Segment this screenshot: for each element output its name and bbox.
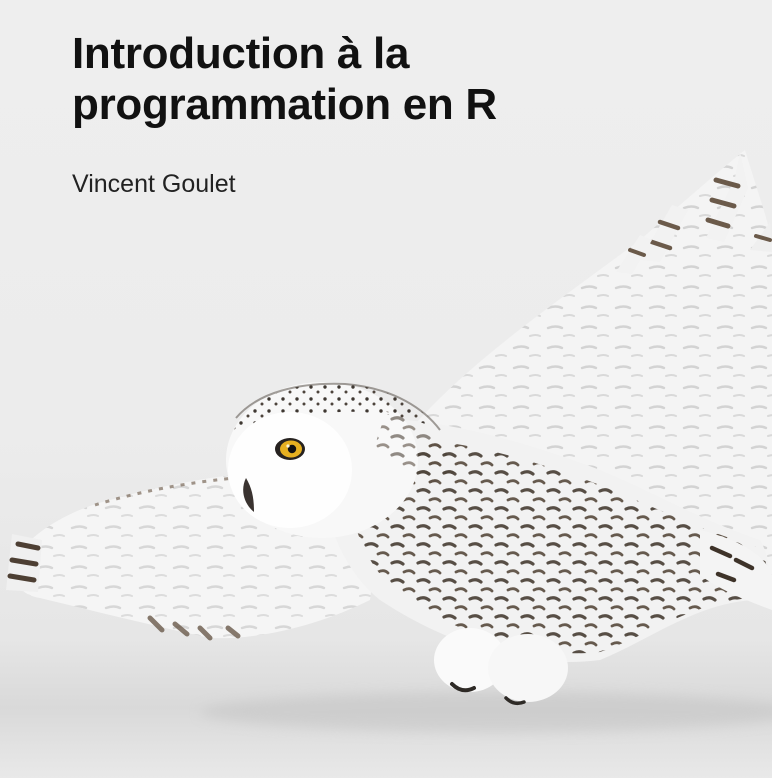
ground-shadow: [200, 692, 772, 732]
snowy-owl-illustration: [6, 150, 772, 732]
owl-eye: [275, 438, 305, 460]
book-cover: Introduction à la programmation en R Vin…: [0, 0, 772, 778]
